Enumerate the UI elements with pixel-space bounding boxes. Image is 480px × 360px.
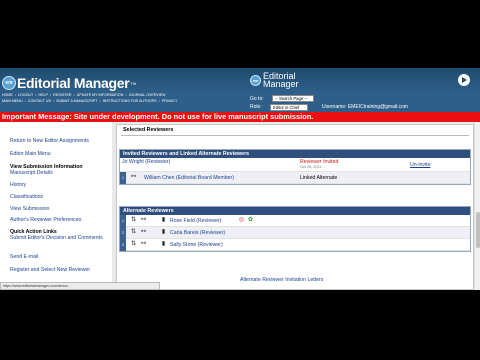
sidebar-send-email[interactable]: Send E-mail — [10, 254, 38, 260]
nav-instructions[interactable]: INSTRUCTIONS FOR AUTHORS — [102, 99, 158, 103]
nav-update-info[interactable]: UPDATE MY INFORMATION — [76, 93, 125, 97]
link-chain-icon[interactable]: ⚯ — [130, 174, 137, 181]
nav-contact-us[interactable]: CONTACT US — [27, 99, 52, 103]
sidebar-authors-reviewer-prefs[interactable]: Author's Reviewer Preferences — [10, 217, 81, 223]
sidebar-register-select-reviewer[interactable]: Register and Select New Reviewer — [10, 267, 90, 273]
main-content: Selected Reviewers Invited Reviewers and… — [112, 122, 478, 290]
logo-text: Editorial Manager — [17, 75, 130, 91]
invited-date: Oct 26, 2011 — [300, 165, 322, 169]
alternate-reviewer-name[interactable]: Rose Field (Reviewer) — [170, 218, 221, 224]
nav-register[interactable]: REGISTER — [52, 93, 72, 97]
important-message-banner: Important Message: Site under developmen… — [0, 112, 480, 122]
alternate-row: 2 ⇅ ⚯ ▮ Carla Bareis (Reviewer) — [120, 227, 470, 239]
username-display: Username: EMEICtraining@gmail.com — [322, 104, 408, 110]
divider — [121, 135, 469, 136]
nav-privacy[interactable]: PRIVACY — [161, 99, 179, 103]
link-chain-icon[interactable]: ⚯ — [140, 217, 147, 224]
linked-alternate-status: Linked Alternate — [300, 175, 338, 181]
sidebar: Return to New Editor Assignments Editor … — [0, 122, 112, 290]
site-header: em Editorial Manager TM em Editorial Man… — [0, 68, 480, 112]
alternate-reviewers-heading: Alternate Reviewers — [120, 207, 470, 215]
document-icon[interactable]: ▮ — [160, 229, 167, 236]
logo2-line2: Manager — [263, 79, 299, 89]
play-icon[interactable] — [458, 74, 470, 86]
uninvite-link[interactable]: Un-invite — [410, 162, 430, 168]
alternate-number-tab: 2 — [120, 227, 126, 239]
sidebar-return-link[interactable]: Return to New Editor Assignments — [10, 138, 89, 144]
secondary-logo-text: Editorial Manager — [263, 72, 299, 89]
invited-reviewers-panel: Invited Reviewers and Linked Alternate R… — [119, 149, 471, 185]
logo-trademark: TM — [130, 80, 137, 86]
username-value: EMEICtraining@gmail.com — [347, 104, 408, 110]
invited-reviewers-heading: Invited Reviewers and Linked Alternate R… — [120, 150, 470, 158]
sidebar-editor-main-menu[interactable]: Editor Main Menu — [10, 151, 51, 157]
sidebar-view-submission[interactable]: View Submission — [10, 206, 49, 212]
goto-select[interactable]: -- Search Page -- — [272, 95, 314, 102]
linked-alternate-row: 1 ⚯ William Chen (Editorial Board Member… — [120, 172, 470, 184]
selected-reviewers-box: Selected Reviewers Invited Reviewers and… — [116, 124, 474, 290]
linked-number-tab: 1 — [120, 172, 126, 184]
sidebar-manuscript-details[interactable]: Manuscript Details — [10, 170, 53, 176]
document-icon[interactable]: ▮ — [160, 241, 167, 248]
sidebar-history[interactable]: History — [10, 182, 26, 188]
nav-journal-overview[interactable]: JOURNAL OVERVIEW — [128, 93, 167, 97]
linked-alternate-name[interactable]: William Chen (Editorial Board Member) — [144, 175, 234, 181]
reorder-icon[interactable]: ⇅ — [130, 241, 137, 248]
nav-main-menu[interactable]: MAIN MENU — [1, 99, 24, 103]
alternate-invitation-letters-link[interactable]: Alternate Reviewer Invitation Letters — [240, 277, 323, 283]
reorder-icon[interactable]: ⇅ — [130, 217, 137, 224]
goto-label: Go to: — [250, 96, 264, 102]
role-select[interactable]: Editor in Chief — [270, 104, 308, 111]
nav-logout[interactable]: LOGOUT — [17, 93, 34, 97]
alternate-number-tab: 3 — [120, 239, 126, 251]
username-label: Username: — [322, 104, 347, 110]
browser-status-bar: https://www.editorialmanager.com/demo/..… — [0, 282, 160, 290]
invited-reviewer-row: Jo Wright (Reviewer) Reviewer Invited Oc… — [120, 158, 470, 172]
role-label: Role: — [250, 104, 262, 110]
nav-help[interactable]: HELP — [38, 93, 49, 97]
alternate-number-tab: 1 — [120, 215, 126, 227]
video-frame: em Editorial Manager TM em Editorial Man… — [0, 0, 480, 360]
scrollbar-thumb[interactable] — [476, 212, 480, 248]
em-small-logo-icon: em — [250, 74, 261, 86]
nav-submit-manuscript[interactable]: SUBMIT A MANUSCRIPT — [55, 99, 98, 103]
reorder-icon[interactable]: ⇅ — [130, 229, 137, 236]
nav-row-2: MAIN MENU • CONTACT US • SUBMIT A MANUSCRI… — [1, 99, 179, 103]
sidebar-classifications[interactable]: Classifications — [10, 194, 43, 200]
nav-home[interactable]: HOME — [1, 93, 14, 97]
document-icon[interactable]: ▮ — [160, 217, 167, 224]
alternate-reviewers-panel: Alternate Reviewers 1 ⇅ ⚯ ▮ Rose Field (… — [119, 206, 471, 252]
sidebar-submit-decision[interactable]: Submit Editor's Decision and Comments — [10, 235, 105, 241]
em-logo-icon: em — [2, 76, 16, 90]
vertical-scrollbar[interactable] — [474, 122, 480, 290]
warning-circle-icon: ◎ — [238, 217, 245, 223]
selected-reviewers-title: Selected Reviewers — [123, 127, 174, 133]
alternate-row: 3 ⇅ ⚯ ▮ Sally Stone (Reviewer) — [120, 239, 470, 251]
browser-screen: em Editorial Manager TM em Editorial Man… — [0, 68, 480, 290]
link-chain-icon[interactable]: ⚯ — [140, 241, 147, 248]
alternate-reviewer-name[interactable]: Sally Stone (Reviewer) — [170, 242, 223, 248]
alternate-row: 1 ⇅ ⚯ ▮ Rose Field (Reviewer) ◎ ✿ — [120, 215, 470, 227]
alternate-reviewer-name[interactable]: Carla Bareis (Reviewer) — [170, 230, 225, 236]
link-chain-icon[interactable]: ⚯ — [140, 229, 147, 236]
secondary-logo: em Editorial Manager — [250, 72, 299, 89]
status-green-icon: ✿ — [247, 217, 254, 223]
invited-reviewer-name[interactable]: Jo Wright (Reviewer) — [122, 159, 170, 165]
nav-row-1: HOME • LOGOUT • HELP • REGISTER • UPDATE MY … — [1, 93, 167, 97]
editorial-manager-logo[interactable]: em Editorial Manager TM — [2, 72, 136, 94]
